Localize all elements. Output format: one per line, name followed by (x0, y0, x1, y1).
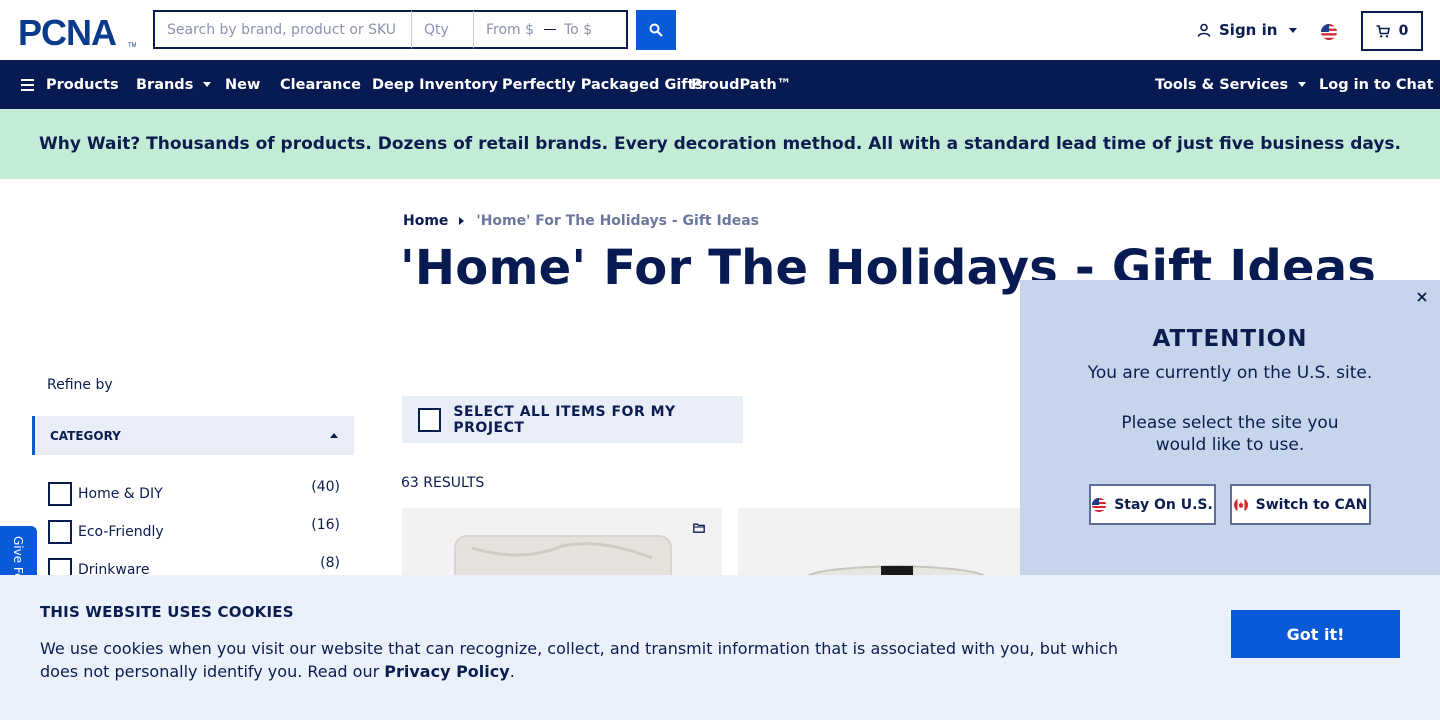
us-flag-icon (1092, 497, 1107, 512)
nav-deep-inventory[interactable]: Deep Inventory (372, 60, 498, 109)
page: PCNA TM Sign in (0, 0, 1440, 720)
category-filter-header[interactable]: CATEGORY (32, 416, 354, 455)
facet-eco-friendly[interactable]: Eco-Friendly (16) (48, 517, 340, 544)
select-all-label: SELECT ALL ITEMS FOR MY PROJECT (453, 403, 676, 436)
pcna-logo[interactable]: PCNA TM (18, 15, 136, 49)
facet-count: (40) (311, 479, 340, 495)
nav-proudpath[interactable]: ProudPath™ (691, 60, 791, 109)
locale-title: ATTENTION (1152, 326, 1308, 352)
search-input[interactable] (153, 10, 411, 49)
cookie-body: We use cookies when you visit our websit… (40, 639, 1118, 681)
price-from-input[interactable] (474, 21, 538, 38)
breadcrumb-separator-icon (459, 217, 465, 225)
nav-brands-label: Brands (136, 76, 194, 93)
facet-count: (8) (320, 555, 340, 571)
breadcrumb-home[interactable]: Home (403, 213, 448, 229)
svg-text:PCNA: PCNA (18, 15, 117, 49)
locale-message: Please select the site you would like to… (1121, 413, 1339, 455)
main-nav: Products Brands New Clearance Deep Inven… (0, 60, 1440, 109)
sign-in-menu[interactable]: Sign in (1197, 21, 1298, 39)
canada-flag-icon (1233, 497, 1248, 512)
facet-checkbox[interactable] (48, 482, 72, 506)
nav-brands[interactable]: Brands (136, 60, 212, 109)
promo-banner: Why Wait? Thousands of products. Dozens … (0, 109, 1440, 179)
cookie-banner: THIS WEBSITE USES COOKIES We use cookies… (0, 575, 1440, 720)
chevron-up-icon (330, 433, 338, 438)
user-icon (1197, 23, 1211, 37)
close-icon[interactable] (1415, 290, 1429, 304)
category-header-label: CATEGORY (50, 428, 121, 443)
nav-new[interactable]: New (225, 60, 260, 109)
cart-button[interactable]: 0 (1361, 11, 1423, 51)
nav-packaged-gifts[interactable]: Perfectly Packaged Gifts (502, 60, 703, 109)
breadcrumb: Home 'Home' For The Holidays - Gift Idea… (403, 213, 759, 229)
chevron-down-icon (1289, 27, 1298, 33)
switch-can-button[interactable]: Switch to CAN (1230, 484, 1371, 525)
svg-text:TM: TM (128, 43, 136, 49)
hamburger-icon (21, 78, 34, 91)
refine-label: Refine by (47, 377, 113, 393)
accept-cookies-button[interactable]: Got it! (1231, 610, 1400, 658)
locale-popup: ATTENTION You are currently on the U.S. … (1020, 280, 1440, 580)
stay-us-button[interactable]: Stay On U.S. (1089, 484, 1216, 525)
cookie-period: . (509, 662, 515, 681)
privacy-policy-link[interactable]: Privacy Policy (384, 662, 509, 681)
results-count: 63 RESULTS (401, 475, 485, 491)
search-button[interactable] (636, 9, 676, 50)
nav-products-label: Products (46, 76, 119, 93)
cart-count: 0 (1398, 23, 1409, 39)
promo-text: Thousands of products. Dozens of retail … (140, 134, 1402, 154)
nav-chat[interactable]: Log in to Chat (1319, 60, 1434, 109)
search-icon (649, 23, 663, 37)
sign-in-label: Sign in (1219, 21, 1278, 39)
price-to-input[interactable] (564, 21, 624, 38)
search-bar (153, 9, 676, 50)
breadcrumb-current: 'Home' For The Holidays - Gift Ideas (476, 213, 760, 229)
nav-tools-label: Tools & Services (1155, 76, 1289, 93)
select-all-checkbox[interactable] (418, 407, 442, 432)
folder-icon[interactable] (693, 523, 705, 533)
stay-us-label: Stay On U.S. (1114, 496, 1213, 513)
cookie-text: We use cookies when you visit our websit… (40, 637, 1140, 683)
price-dash (544, 28, 556, 31)
cart-icon (1376, 24, 1390, 37)
top-header: PCNA TM Sign in (0, 0, 1440, 60)
qty-input[interactable] (411, 10, 473, 49)
facet-label: Eco-Friendly (78, 524, 164, 540)
nav-products[interactable]: Products (21, 60, 119, 109)
chevron-down-icon (203, 82, 212, 87)
us-flag-icon[interactable] (1321, 24, 1337, 40)
select-all-items[interactable]: SELECT ALL ITEMS FOR MY PROJECT (402, 396, 743, 443)
switch-can-label: Switch to CAN (1255, 496, 1368, 513)
facet-home-diy[interactable]: Home & DIY (40) (48, 479, 340, 506)
chevron-down-icon (1298, 82, 1307, 87)
nav-clearance[interactable]: Clearance (280, 60, 361, 109)
locale-subtitle: You are currently on the U.S. site. (1087, 363, 1373, 383)
cookie-title: THIS WEBSITE USES COOKIES (40, 603, 294, 621)
nav-tools-services[interactable]: Tools & Services (1155, 60, 1307, 109)
price-range (473, 10, 628, 49)
facet-checkbox[interactable] (48, 520, 72, 544)
facet-label: Home & DIY (78, 486, 163, 502)
facet-count: (16) (311, 517, 340, 533)
promo-lead: Why Wait? (38, 134, 141, 154)
